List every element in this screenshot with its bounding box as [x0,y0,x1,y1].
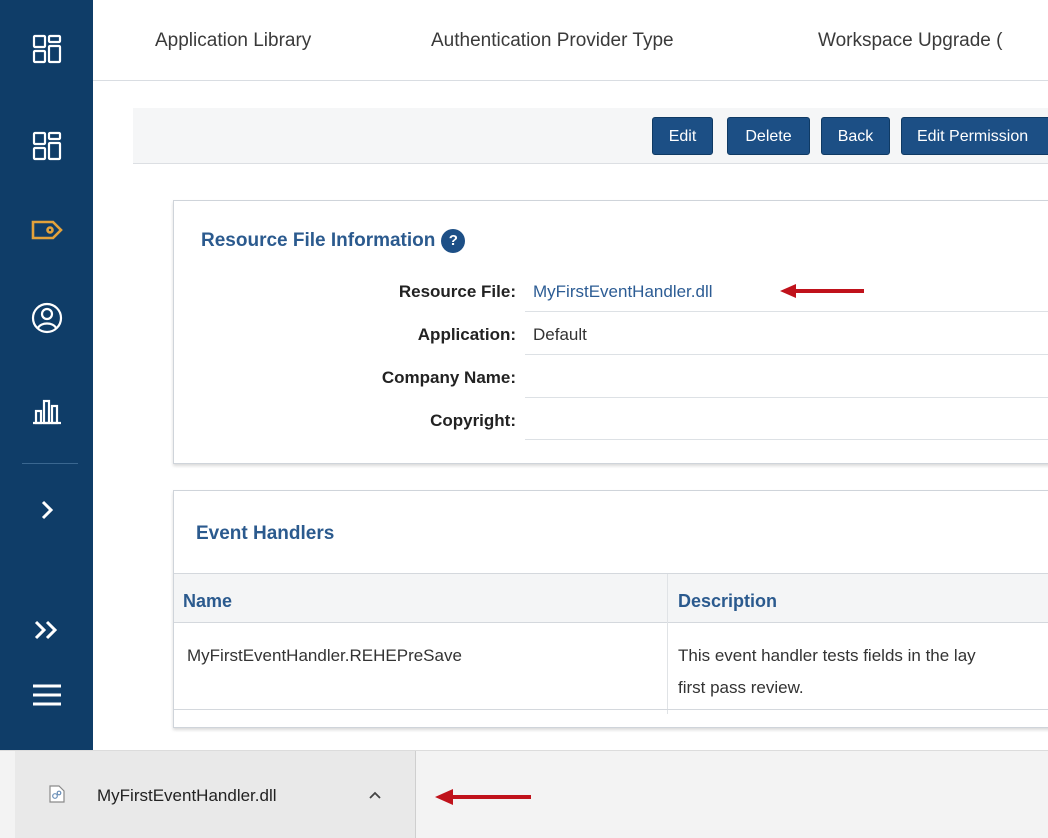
field-divider [525,354,1048,355]
event-handlers-title: Event Handlers [196,523,335,544]
sidebar [0,0,93,750]
column-divider [667,574,668,714]
edit-permissions-button[interactable]: Edit Permission [901,117,1048,155]
table-header [174,574,1048,623]
double-chevron-icon[interactable] [22,605,72,655]
application-label: Application: [417,325,516,344]
resource-panel-title-text: Resource File Information [201,230,436,252]
annotation-arrow-icon [780,284,864,298]
help-icon[interactable]: ? [441,229,466,253]
tab-authentication-provider-type[interactable]: Authentication Provider Type [431,30,674,52]
chevron-right-icon[interactable] [22,485,72,535]
field-divider [525,311,1048,312]
file-icon [49,785,65,803]
sidebar-divider [22,463,78,464]
tab-workspace-upgrade[interactable]: Workspace Upgrade ( [818,30,1002,52]
application-value: Default [533,325,587,344]
reports-icon[interactable] [22,385,72,435]
resource-panel-title: Resource File Information? [201,229,466,253]
copyright-label: Copyright: [430,411,516,430]
handler-description-line1: This event handler tests fields in the l… [678,646,976,665]
tag-icon[interactable] [22,205,72,255]
column-header-description[interactable]: Description [678,591,777,612]
tab-application-library[interactable]: Application Library [155,30,311,52]
handler-description-line2: first pass review. [678,678,804,697]
delete-button[interactable]: Delete [727,117,810,155]
dashboard-icon[interactable] [22,24,72,74]
workspace-icon[interactable] [22,121,72,171]
menu-icon[interactable] [22,670,72,720]
handler-name-cell: MyFirstEventHandler.REHEPreSave [187,646,462,665]
resource-file-link[interactable]: MyFirstEventHandler.dll [533,282,713,302]
edit-button[interactable]: Edit [652,117,713,155]
chevron-up-icon[interactable] [367,789,383,801]
resource-file-label: Resource File: [398,282,516,301]
table-bottom-border [174,709,1048,710]
column-header-name[interactable]: Name [183,591,232,612]
user-icon[interactable] [22,293,72,343]
company-name-label: Company Name: [381,368,516,387]
top-navigation: Application Library Authentication Provi… [93,0,1048,81]
annotation-arrow-icon [435,789,531,805]
back-button[interactable]: Back [821,117,890,155]
download-item[interactable]: MyFirstEventHandler.dll [15,751,416,838]
field-divider [525,397,1048,398]
download-filename[interactable]: MyFirstEventHandler.dll [97,786,277,806]
field-divider [525,439,1048,440]
